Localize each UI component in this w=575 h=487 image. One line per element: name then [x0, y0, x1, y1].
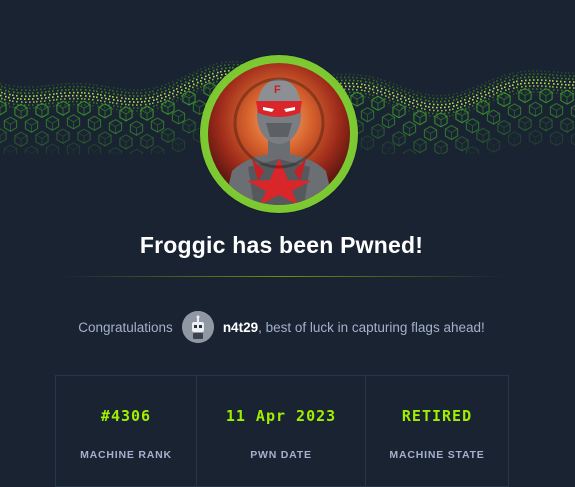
stat-label: MACHINE STATE: [389, 449, 485, 461]
svg-text:F: F: [274, 84, 281, 96]
stat-label: PWN DATE: [250, 449, 312, 461]
divider: [58, 276, 506, 277]
stat-value: 11 Apr 2023: [225, 407, 337, 425]
pwned-page: F Froggic has been Pwned! Congratulation…: [0, 0, 575, 487]
machine-avatar: F: [200, 55, 358, 213]
stats-panel: #4306 MACHINE RANK 11 Apr 2023 PWN DATE …: [55, 375, 509, 487]
congrats-message: Congratulations n4t29 , best of luck in …: [0, 311, 563, 343]
stat-value: RETIRED: [401, 407, 473, 425]
stat-pwn-date: 11 Apr 2023 PWN DATE: [197, 376, 366, 486]
stat-label: MACHINE RANK: [80, 449, 172, 461]
congrats-tail: , best of luck in capturing flags ahead!: [258, 319, 485, 335]
stat-machine-rank: #4306 MACHINE RANK: [56, 376, 197, 486]
stat-machine-state: RETIRED MACHINE STATE: [366, 376, 508, 486]
congrats-lead: Congratulations: [78, 319, 173, 335]
robot-avatar-icon[interactable]: [181, 311, 214, 343]
masked-hero-avatar-icon: F: [208, 63, 350, 205]
stat-value: #4306: [100, 407, 152, 425]
username-link[interactable]: n4t29: [223, 320, 258, 335]
page-title: Froggic has been Pwned!: [139, 232, 424, 258]
